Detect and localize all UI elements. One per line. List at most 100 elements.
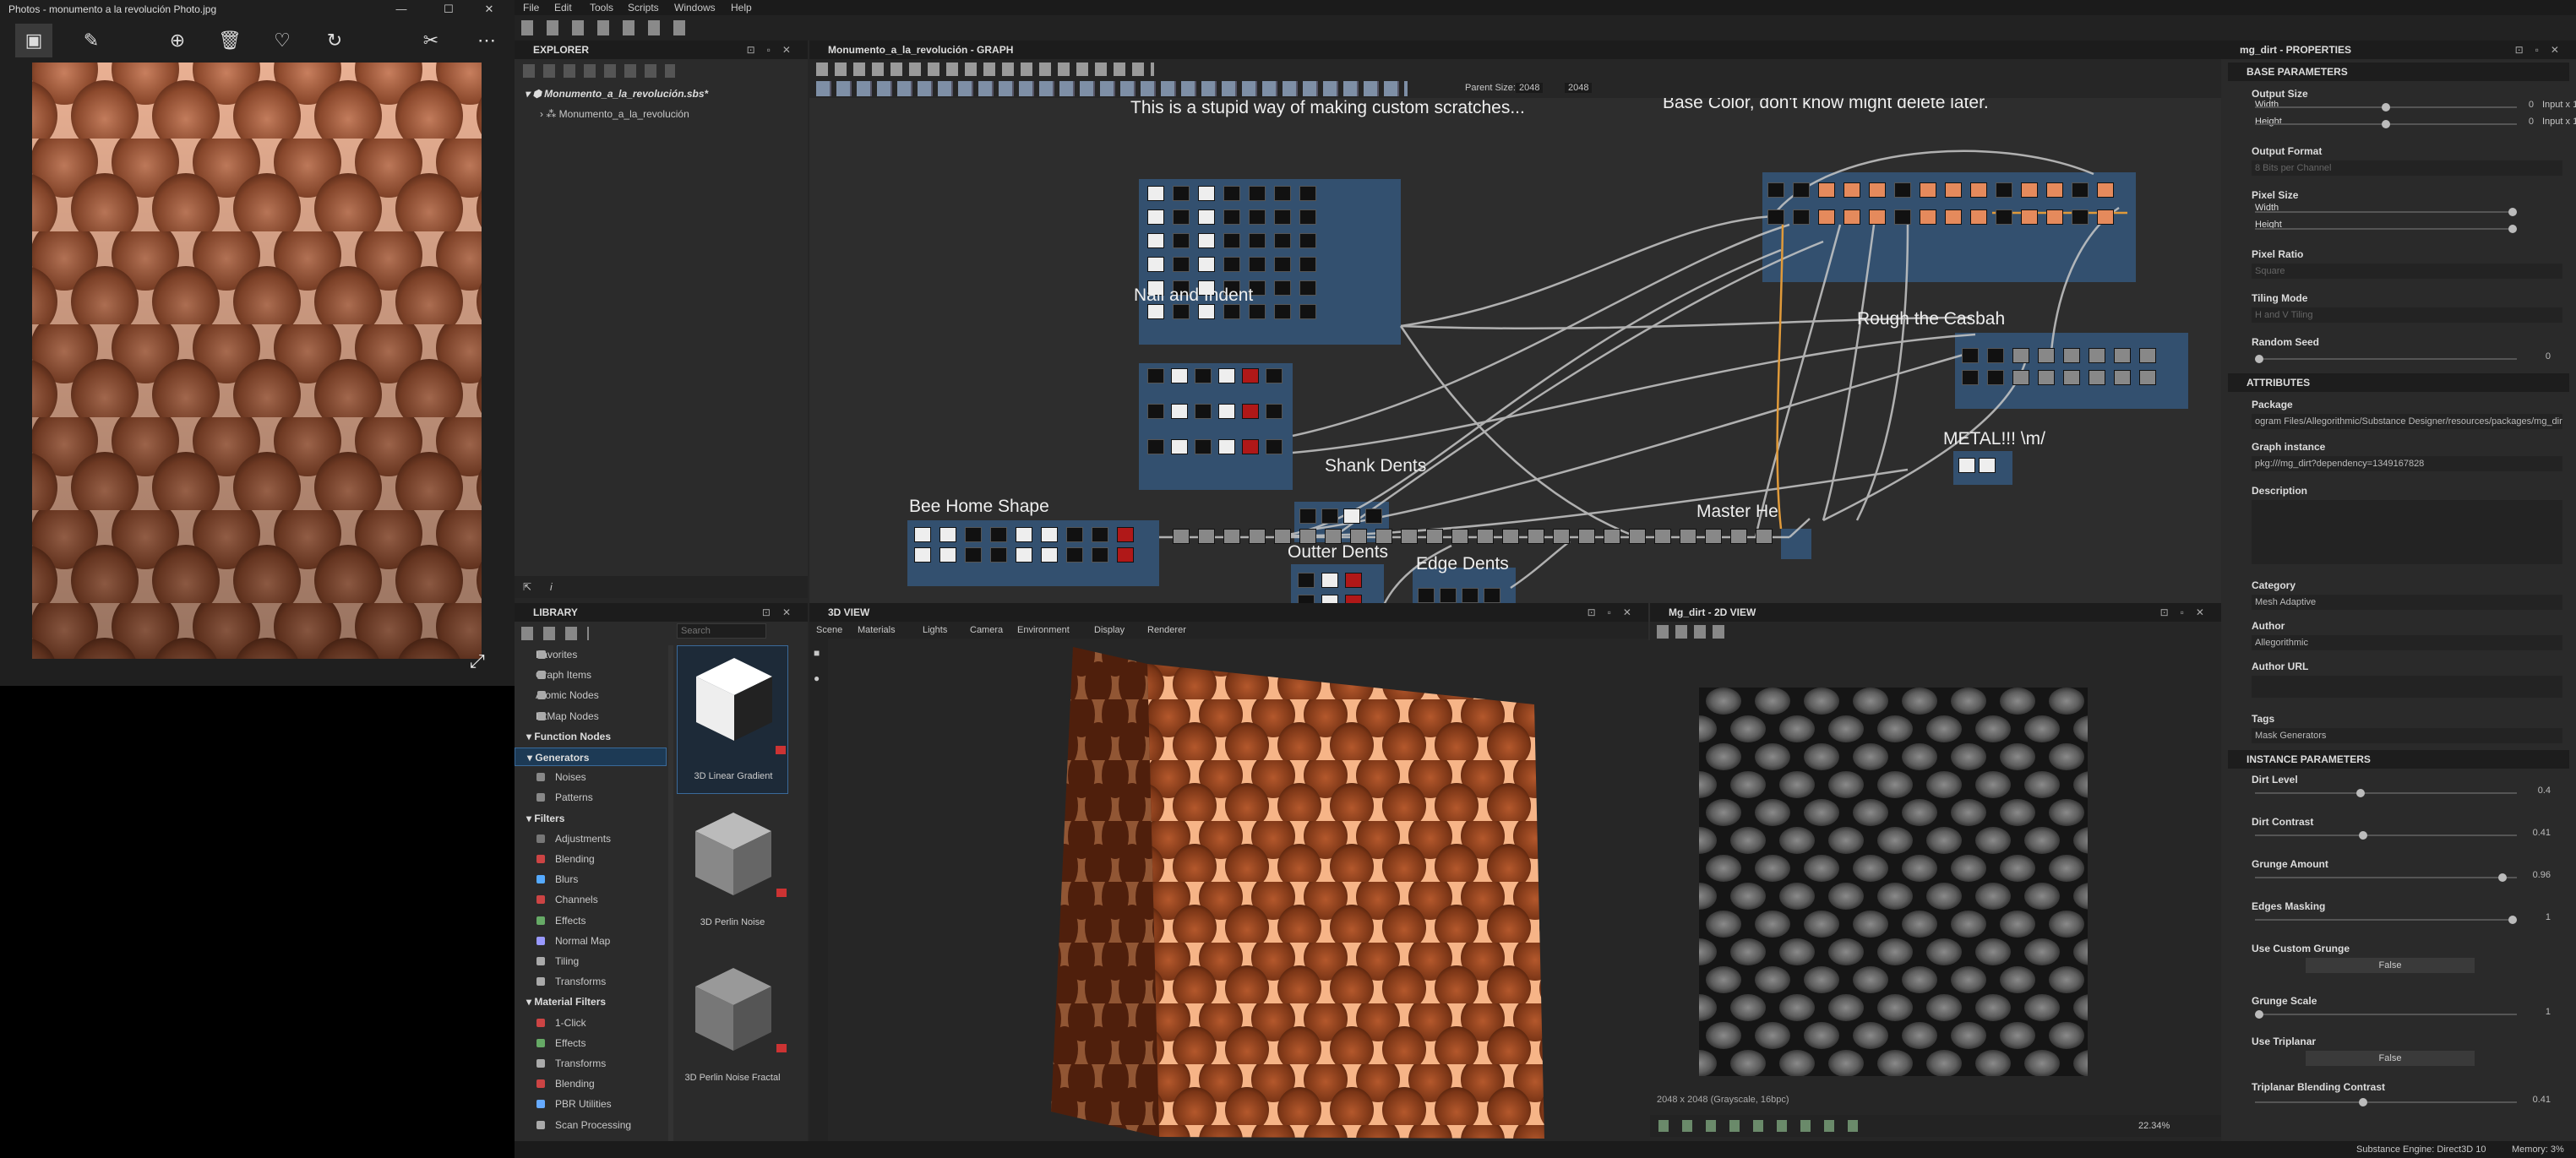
graph-node[interactable] <box>1345 573 1362 588</box>
graph-node[interactable] <box>1528 529 1544 544</box>
graph-node[interactable] <box>1818 209 1835 225</box>
graph-node[interactable] <box>1958 458 1975 473</box>
library-item[interactable]: ▾ Generators <box>515 748 667 766</box>
parent-size-height[interactable]: 2048 <box>1565 83 1593 93</box>
graph-node[interactable] <box>1730 529 1747 544</box>
graph-node[interactable] <box>1223 304 1240 319</box>
3d-menu-camera[interactable]: Camera <box>970 625 1003 635</box>
param-slider[interactable] <box>2255 916 2517 924</box>
tiling-mode-select[interactable]: H and V Tiling <box>2252 307 2562 323</box>
library-item[interactable]: Blurs <box>515 870 667 889</box>
graph-node[interactable] <box>939 547 956 563</box>
3d-menu-display[interactable]: Display <box>1094 625 1125 635</box>
graph-node[interactable] <box>1041 547 1058 563</box>
graph-node[interactable] <box>965 547 982 563</box>
3d-menu-environment[interactable]: Environment <box>1017 625 1070 635</box>
graph-node[interactable] <box>1266 439 1283 454</box>
graph-node[interactable] <box>1502 529 1519 544</box>
graph-node[interactable] <box>990 527 1007 542</box>
output-format-select[interactable]: 8 Bits per Channel <box>2252 160 2562 176</box>
graph-node[interactable] <box>1987 370 2004 385</box>
graph-node[interactable] <box>1274 186 1291 201</box>
camera-icon[interactable]: ■ <box>814 647 820 659</box>
graph-node[interactable] <box>2114 348 2131 363</box>
slider-knob[interactable] <box>2356 789 2365 797</box>
info-icon[interactable]: i <box>550 581 553 593</box>
library-item[interactable]: ▾ Filters <box>515 809 667 828</box>
graph-node[interactable] <box>1299 209 1316 225</box>
graph-node[interactable] <box>1970 209 1987 225</box>
menu-tools[interactable]: Tools <box>590 0 613 15</box>
3d-viewport[interactable] <box>828 639 1648 1141</box>
graph-node[interactable] <box>1962 348 1979 363</box>
tags-field[interactable]: Mask Generators <box>2252 728 2562 743</box>
3d-menu-renderer[interactable]: Renderer <box>1147 625 1186 635</box>
graph-node[interactable] <box>1041 527 1058 542</box>
3d-menu-lights[interactable]: Lights <box>923 625 947 635</box>
graph-node[interactable] <box>1299 233 1316 248</box>
graph-node[interactable] <box>1274 257 1291 272</box>
graph-node[interactable] <box>2012 348 2029 363</box>
graph-node[interactable] <box>1654 529 1671 544</box>
graph-node[interactable] <box>1198 529 1215 544</box>
graph-node[interactable] <box>1249 233 1266 248</box>
graph-node[interactable] <box>1365 508 1382 524</box>
menu-scripts[interactable]: Scripts <box>628 0 659 15</box>
graph-node[interactable] <box>1970 182 1987 198</box>
parent-size-width[interactable]: 2048 <box>1516 83 1544 93</box>
library-search[interactable] <box>677 623 766 639</box>
package-node[interactable]: ▾ ⬢ Monumento_a_la_revolución.sbs* <box>525 88 708 100</box>
graph-node[interactable] <box>1249 186 1266 201</box>
graph-node[interactable] <box>914 527 931 542</box>
param-slider[interactable] <box>2255 789 2517 797</box>
close-button[interactable]: ✕ <box>470 0 509 19</box>
slider-knob[interactable] <box>2382 103 2390 111</box>
graph-node[interactable] <box>1767 182 1784 198</box>
graph-node[interactable] <box>2038 370 2055 385</box>
zoom-level[interactable]: 22.34% <box>2138 1121 2170 1131</box>
graph-node[interactable] <box>2063 370 2080 385</box>
graph-node[interactable] <box>1979 458 1996 473</box>
param-slider[interactable] <box>2255 1010 2517 1019</box>
graph-tools-row1[interactable] <box>816 63 1154 76</box>
library-item[interactable]: Graph Items <box>515 666 667 684</box>
3d-view-controls[interactable]: ⊡▫✕ <box>1588 603 1643 622</box>
graph-node[interactable] <box>1117 547 1134 563</box>
more-icon[interactable]: ⋯ <box>468 24 505 57</box>
graph-node[interactable] <box>1553 529 1570 544</box>
random-seed-slider[interactable] <box>2255 355 2517 363</box>
library-item[interactable]: 1-Click <box>515 1014 667 1032</box>
graph-node[interactable] <box>1249 529 1266 544</box>
graph-node[interactable] <box>2072 209 2089 225</box>
graph-node[interactable] <box>1147 368 1164 383</box>
graph-canvas[interactable]: This is a stupid way of making custom sc… <box>809 98 2283 640</box>
graph-node[interactable] <box>1604 529 1620 544</box>
slider-knob[interactable] <box>2359 1098 2367 1106</box>
library-item[interactable]: Channels <box>515 890 667 909</box>
delete-icon[interactable]: 🗑 <box>211 24 248 57</box>
menu-edit[interactable]: Edit <box>554 0 572 15</box>
graph-node[interactable] <box>1198 233 1215 248</box>
toolbar-icons[interactable] <box>521 20 699 35</box>
graph-node[interactable] <box>1171 404 1188 419</box>
graph-node[interactable] <box>2089 370 2105 385</box>
library-item[interactable]: Transforms <box>515 972 667 991</box>
graph-node[interactable] <box>2097 182 2114 198</box>
graph-node[interactable] <box>1266 368 1283 383</box>
graph-node[interactable] <box>939 527 956 542</box>
explorer-toolbar[interactable] <box>523 64 675 78</box>
graph-node[interactable] <box>1869 182 1886 198</box>
pixel-width-slider[interactable] <box>2255 208 2517 216</box>
library-item[interactable]: Atomic Nodes <box>515 686 667 704</box>
library-thumb[interactable]: 3D Linear Gradient <box>677 645 788 794</box>
pixel-ratio-select[interactable]: Square <box>2252 264 2562 279</box>
graph-node[interactable] <box>1092 547 1108 563</box>
graph-node[interactable] <box>1321 508 1338 524</box>
graph-node[interactable] <box>1793 182 1810 198</box>
graph-node[interactable] <box>1171 439 1188 454</box>
graph-node[interactable] <box>1462 588 1479 603</box>
library-toolbar[interactable] <box>521 627 589 640</box>
graph-node[interactable] <box>1418 588 1435 603</box>
attributes-header[interactable]: ATTRIBUTES <box>2228 373 2569 392</box>
library-item[interactable]: PBR Utilities <box>515 1095 667 1113</box>
